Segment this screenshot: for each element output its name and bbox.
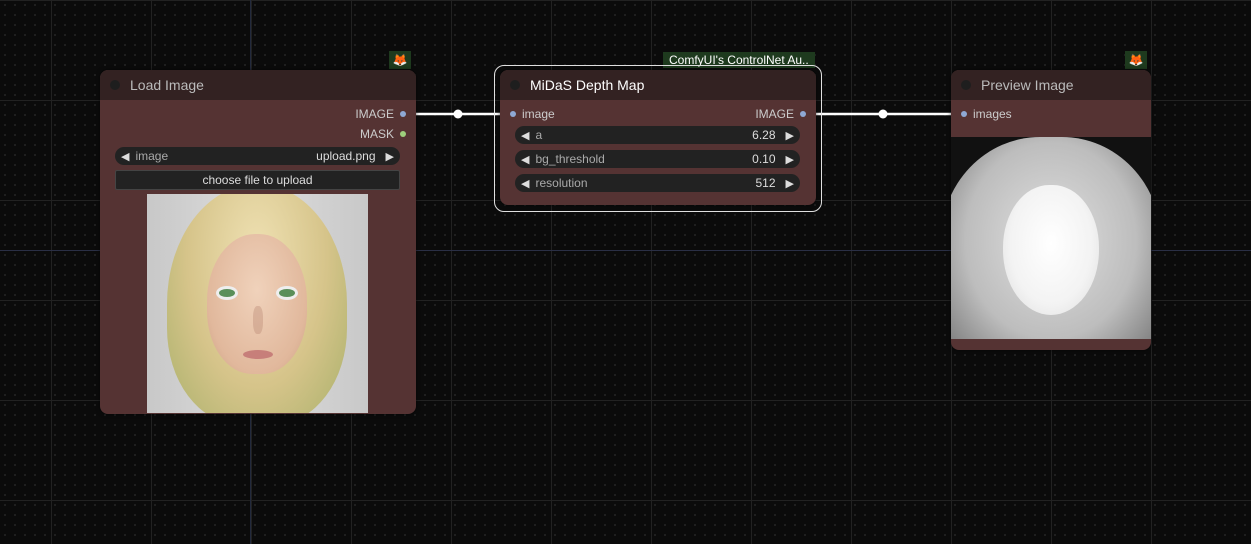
fox-icon: 🦊 — [389, 51, 411, 69]
widget-value: upload.png — [316, 149, 376, 163]
arrow-right-icon[interactable]: ▶ — [786, 177, 794, 190]
upload-button[interactable]: choose file to upload — [115, 170, 400, 190]
node-title-bar[interactable]: Load Image — [100, 70, 416, 100]
link-midpoint-dot — [453, 109, 463, 119]
widget-label: image — [135, 149, 169, 163]
node-title: Load Image — [130, 77, 204, 93]
slot-label: MASK — [359, 127, 394, 141]
collapse-dot-icon[interactable] — [510, 80, 520, 90]
uploaded-image-preview — [147, 194, 368, 413]
arrow-right-icon[interactable]: ▶ — [386, 150, 394, 163]
arrow-right-icon[interactable]: ▶ — [786, 129, 794, 142]
slot-dot-icon[interactable] — [510, 111, 516, 117]
arrow-right-icon[interactable]: ▶ — [786, 153, 794, 166]
input-slot-image[interactable]: image — [510, 105, 555, 123]
slot-label: images — [973, 107, 1012, 121]
resolution-number-widget[interactable]: ◀ resolution 512 ▶ — [515, 174, 800, 192]
widget-label: resolution — [535, 176, 588, 190]
arrow-left-icon[interactable]: ◀ — [521, 153, 529, 166]
arrow-left-icon[interactable]: ◀ — [521, 129, 529, 142]
output-slot-mask[interactable]: MASK — [360, 125, 406, 143]
widget-label: bg_threshold — [535, 152, 605, 166]
node-title-bar[interactable]: Preview Image — [951, 70, 1151, 100]
collapse-dot-icon[interactable] — [961, 80, 971, 90]
node-title-bar[interactable]: MiDaS Depth Map — [500, 70, 816, 100]
collapse-dot-icon[interactable] — [110, 80, 120, 90]
bg-threshold-number-widget[interactable]: ◀ bg_threshold 0.10 ▶ — [515, 150, 800, 168]
a-number-widget[interactable]: ◀ a 6.28 ▶ — [515, 126, 800, 144]
slot-dot-icon[interactable] — [400, 111, 406, 117]
slot-label: IMAGE — [755, 107, 794, 121]
slot-label: image — [522, 107, 555, 121]
widget-value: 6.28 — [752, 128, 776, 142]
arrow-left-icon[interactable]: ◀ — [121, 150, 129, 163]
widget-label: a — [535, 128, 543, 142]
slot-dot-icon[interactable] — [400, 131, 406, 137]
arrow-left-icon[interactable]: ◀ — [521, 177, 529, 190]
link-midpoint-dot — [878, 109, 888, 119]
slot-dot-icon[interactable] — [961, 111, 967, 117]
output-slot-image[interactable]: IMAGE — [755, 105, 806, 123]
slot-dot-icon[interactable] — [800, 111, 806, 117]
depth-map-preview — [951, 137, 1151, 339]
node-midas-depth-map[interactable]: MiDaS Depth Map image IMAGE ◀ a 6.28 ▶ ◀… — [500, 70, 816, 205]
input-slot-images[interactable]: images — [961, 105, 1012, 123]
node-title: Preview Image — [981, 77, 1074, 93]
image-combo-widget[interactable]: ◀ image upload.png ▶ — [115, 147, 400, 165]
widget-value: 512 — [755, 176, 776, 190]
widget-value: 0.10 — [752, 152, 776, 166]
output-slot-image[interactable]: IMAGE — [355, 105, 406, 123]
fox-icon: 🦊 — [1125, 51, 1147, 69]
slot-label: IMAGE — [355, 107, 394, 121]
node-title: MiDaS Depth Map — [530, 77, 645, 93]
